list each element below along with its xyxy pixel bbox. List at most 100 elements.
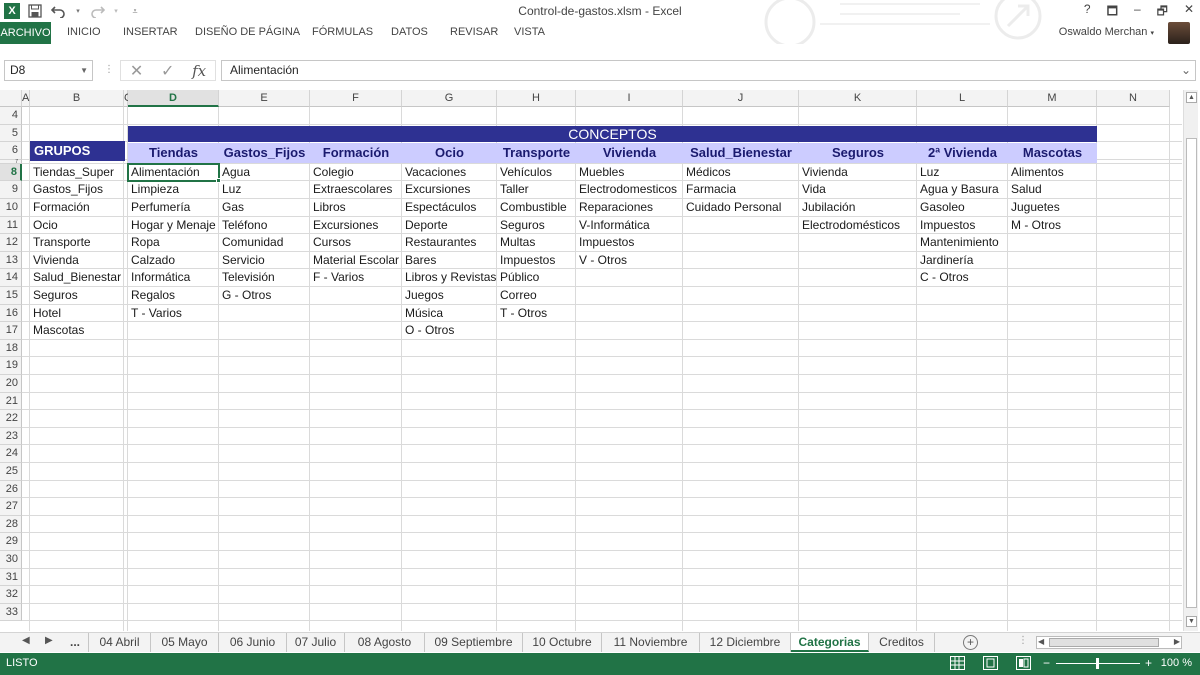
concept-cell[interactable]: Vida [799, 181, 917, 199]
worksheet-grid[interactable]: ABCDEFGHIJKLMN45678910111213141516171819… [0, 90, 1182, 631]
zoom-slider-thumb[interactable] [1096, 658, 1099, 669]
tab-inicio[interactable]: INICIO [67, 26, 101, 38]
concept-cell[interactable]: Servicio [219, 252, 310, 270]
concept-cell[interactable]: Comunidad [219, 234, 310, 252]
select-all-corner[interactable] [0, 90, 22, 107]
concept-cell[interactable]: Combustible [497, 199, 576, 217]
row-header[interactable]: 16 [0, 304, 22, 323]
page-break-view-icon[interactable] [1016, 656, 1031, 670]
concept-cell[interactable]: M - Otros [1008, 217, 1097, 235]
horizontal-scrollbar[interactable]: ◀ ▶ [1036, 636, 1182, 649]
concept-cell[interactable]: V-Informática [576, 217, 683, 235]
more-options-icon[interactable]: ⋮ [104, 64, 114, 75]
group-cell[interactable]: Ocio [30, 217, 124, 235]
concept-cell[interactable]: Mantenimiento [917, 234, 1008, 252]
concept-cell[interactable]: Jardinería [917, 252, 1008, 270]
concept-cell[interactable]: Reparaciones [576, 199, 683, 217]
row-header[interactable]: 14 [0, 269, 22, 287]
concept-cell[interactable]: Impuestos [497, 252, 576, 270]
concept-cell[interactable]: Multas [497, 234, 576, 252]
vertical-scroll-thumb[interactable] [1186, 138, 1197, 608]
name-box[interactable]: D8 ▼ [4, 60, 93, 81]
row-header[interactable]: 27 [0, 498, 22, 516]
sheet-tab[interactable]: 08 Agosto [345, 633, 425, 652]
normal-view-icon[interactable] [950, 656, 965, 670]
close-button[interactable]: ✕ [1184, 2, 1194, 23]
formula-input[interactable]: Alimentación ⌄ [221, 60, 1196, 81]
concept-cell[interactable]: Cursos [310, 234, 402, 252]
scroll-left-icon[interactable]: ◀ [1038, 637, 1044, 646]
zoom-level[interactable]: 100 % [1161, 657, 1192, 669]
column-header[interactable]: K [799, 90, 917, 107]
concept-cell[interactable]: Médicos [683, 164, 799, 182]
group-cell[interactable]: Seguros [30, 287, 124, 305]
more-options-icon[interactable]: ⋮ [1018, 635, 1028, 646]
minimize-button[interactable]: – [1134, 2, 1141, 23]
concept-cell[interactable]: Muebles [576, 164, 683, 182]
concept-cell[interactable]: Salud [1008, 181, 1097, 199]
row-header[interactable]: 20 [0, 375, 22, 393]
row-header[interactable]: 15 [0, 287, 22, 305]
row-header[interactable]: 9 [0, 181, 22, 199]
horizontal-scroll-thumb[interactable] [1049, 638, 1159, 647]
concept-cell[interactable]: Restaurantes [402, 234, 497, 252]
column-header[interactable]: J [683, 90, 799, 107]
concept-cell[interactable]: Hogar y Menaje [128, 217, 219, 235]
row-header[interactable]: 23 [0, 427, 22, 446]
add-sheet-icon[interactable]: + [963, 635, 978, 650]
group-cell[interactable]: Tiendas_Super [30, 164, 124, 182]
tab-vista[interactable]: VISTA [514, 26, 545, 38]
column-header[interactable]: A [22, 90, 30, 107]
row-header[interactable]: 29 [0, 533, 22, 551]
concept-cell[interactable]: Luz [917, 164, 1008, 182]
tab-archivo[interactable]: ARCHIVO [0, 22, 51, 44]
concept-cell[interactable]: Seguros [497, 217, 576, 235]
avatar[interactable] [1168, 22, 1190, 44]
row-header[interactable]: 28 [0, 515, 22, 534]
vertical-scrollbar[interactable]: ▲ ▼ [1183, 90, 1198, 631]
zoom-in-button[interactable]: + [1145, 656, 1152, 670]
concept-cell[interactable]: F - Varios [310, 269, 402, 287]
row-header[interactable]: 17 [0, 322, 22, 340]
expand-formula-bar-icon[interactable]: ⌄ [1181, 61, 1191, 80]
row-header[interactable]: 13 [0, 251, 22, 270]
group-cell[interactable]: Vivienda [30, 252, 124, 270]
row-header[interactable]: 18 [0, 339, 22, 358]
concept-cell[interactable]: Electrodomésticos [799, 217, 917, 235]
concept-cell[interactable]: Televisión [219, 269, 310, 287]
page-layout-view-icon[interactable] [983, 656, 998, 670]
concept-cell[interactable]: Cuidado Personal [683, 199, 799, 217]
concept-cell[interactable]: Regalos [128, 287, 219, 305]
scroll-down-icon[interactable]: ▼ [1186, 616, 1197, 627]
row-header[interactable]: 24 [0, 445, 22, 463]
row-header[interactable]: 11 [0, 216, 22, 235]
tab-insertar[interactable]: INSERTAR [123, 26, 178, 38]
concept-cell[interactable]: Excursiones [402, 181, 497, 199]
concept-cell[interactable]: Agua [219, 164, 310, 182]
concept-cell[interactable]: Agua y Basura [917, 181, 1008, 199]
concept-cell[interactable]: Correo [497, 287, 576, 305]
concept-cell[interactable]: G - Otros [219, 287, 310, 305]
concept-cell[interactable]: Perfumería [128, 199, 219, 217]
concept-cell[interactable]: Libros [310, 199, 402, 217]
concept-cell[interactable]: Colegio [310, 164, 402, 182]
tab-formulas[interactable]: FÓRMULAS [312, 26, 373, 38]
scroll-up-icon[interactable]: ▲ [1186, 92, 1197, 103]
row-header[interactable]: 8 [0, 163, 22, 182]
concept-cell[interactable]: Electrodomesticos [576, 181, 683, 199]
concept-cell[interactable]: Material Escolar [310, 252, 402, 270]
concept-cell[interactable]: Espectáculos [402, 199, 497, 217]
help-button[interactable]: ? [1084, 2, 1091, 23]
column-header[interactable]: D [128, 90, 219, 107]
concept-cell[interactable]: Jubilación [799, 199, 917, 217]
concept-cell[interactable]: Informática [128, 269, 219, 287]
group-cell[interactable]: Gastos_Fijos [30, 181, 124, 199]
sheet-tab[interactable]: 07 Julio [287, 633, 345, 652]
concept-cell[interactable]: Extraescolares [310, 181, 402, 199]
concept-cell[interactable]: T - Otros [497, 305, 576, 323]
concept-cell[interactable]: Vivienda [799, 164, 917, 182]
concept-cell[interactable]: Gasoleo [917, 199, 1008, 217]
concept-cell[interactable]: Luz [219, 181, 310, 199]
group-cell[interactable]: Hotel [30, 305, 124, 323]
row-header[interactable]: 33 [0, 603, 22, 622]
